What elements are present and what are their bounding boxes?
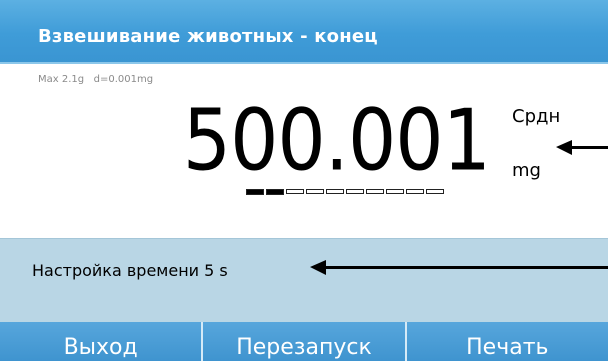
stability-segment-empty [366, 189, 384, 194]
status-area: Настройка времени 5 s [0, 238, 608, 322]
stability-segment-empty [286, 189, 304, 194]
mode-label: Срдн [512, 106, 561, 127]
capacity-info: Max 2.1g d=0.001mg [38, 74, 154, 85]
stability-segment-empty [426, 189, 444, 194]
stability-segment-empty [346, 189, 364, 194]
weighing-display: Max 2.1g d=0.001mg 500.001 Срдн mg [0, 64, 608, 238]
print-button[interactable]: Печать [404, 322, 608, 361]
stability-indicator [246, 189, 444, 195]
balance-screen: Взвешивание животных - конец Max 2.1g d=… [0, 0, 608, 361]
page-title: Взвешивание животных - конец [38, 26, 378, 47]
softkey-bar: Выход Перезапуск Печать [0, 322, 608, 361]
stability-segment-filled [266, 189, 284, 195]
restart-button[interactable]: Перезапуск [201, 322, 404, 361]
title-bar: Взвешивание животных - конец [0, 0, 608, 64]
exit-button[interactable]: Выход [0, 322, 201, 361]
stability-segment-empty [386, 189, 404, 194]
weight-value: 500.001 [182, 90, 491, 190]
stability-segment-empty [306, 189, 324, 194]
stability-segment-filled [246, 189, 264, 195]
left-arrow-icon [556, 140, 608, 155]
left-arrow-icon [310, 260, 608, 275]
stability-segment-empty [406, 189, 424, 194]
status-text: Настройка времени 5 s [32, 261, 228, 280]
stability-segment-empty [326, 189, 344, 194]
unit-label: mg [512, 160, 541, 181]
